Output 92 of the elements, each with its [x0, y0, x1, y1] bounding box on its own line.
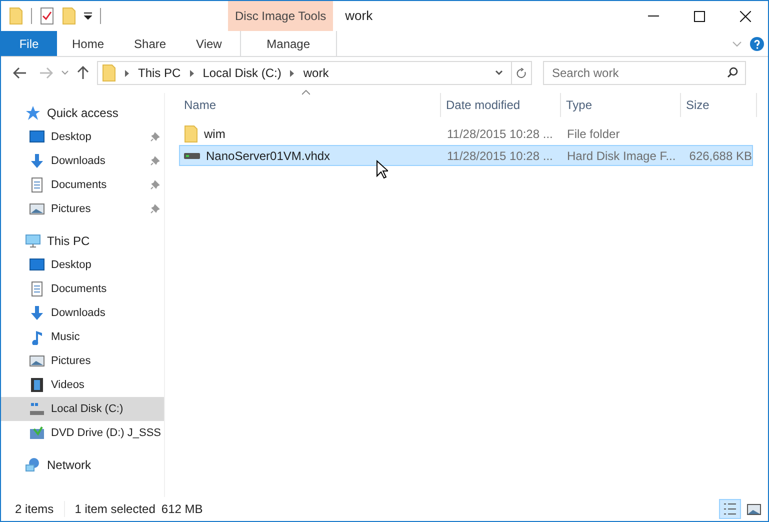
search-icon — [727, 67, 738, 78]
chevron-right-icon[interactable] — [125, 70, 129, 76]
network-icon — [25, 457, 41, 473]
date-cell-text: 11/28/2015 10:28 ... — [446, 126, 554, 142]
folder-icon — [9, 7, 23, 25]
help-icon[interactable] — [750, 36, 764, 50]
folder-icon — [184, 124, 198, 142]
size-cell-text: 626,688 KB — [688, 148, 752, 164]
breadcrumb[interactable]: This PC — [138, 64, 181, 82]
nav-label: Downloads — [51, 156, 106, 166]
nav-label: Music — [51, 332, 80, 342]
nav-item[interactable]: Desktop — [1, 253, 164, 277]
date-cell-text: 11/28/2015 10:28 ... — [446, 148, 554, 164]
column-header[interactable]: Size — [681, 93, 757, 117]
nav-label: Pictures — [51, 204, 91, 214]
nav-label: DVD Drive (D:) J_SSS — [51, 428, 162, 438]
new-folder-icon — [62, 7, 76, 25]
details-list-icon — [723, 503, 737, 515]
music-note-icon — [29, 329, 45, 345]
file-name: NanoServer01VM.vhdx — [206, 148, 330, 164]
monitor-icon — [29, 129, 45, 145]
context-tab-group: Disc Image Tools — [228, 1, 334, 31]
type-cell-text: File folder — [566, 126, 621, 142]
nav-item[interactable]: Documents — [1, 277, 164, 301]
down-arrow-icon — [29, 305, 45, 321]
nav-item[interactable]: Quick access — [1, 101, 164, 125]
window-title: work — [345, 7, 373, 26]
nav-item[interactable]: Music — [1, 325, 164, 349]
details-view-button[interactable] — [719, 499, 741, 519]
file-tab[interactable]: File — [1, 31, 57, 56]
nav-label: Local Disk (C:) — [51, 404, 124, 414]
address-bar[interactable]: This PC Local Disk (C:) work — [97, 61, 532, 85]
refresh-icon — [516, 68, 527, 78]
nav-label: Documents — [51, 284, 107, 294]
ribbon-tab[interactable]: Home — [57, 31, 120, 56]
nav-item[interactable]: This PC — [1, 229, 164, 253]
ribbon-tab[interactable]: Share — [119, 31, 182, 56]
nav-label: Documents — [51, 180, 107, 190]
selection-count: 1 item selected — [74, 501, 156, 518]
breadcrumb[interactable]: Local Disk (C:) — [202, 64, 282, 82]
nav-item[interactable]: Local Disk (C:) — [1, 397, 164, 421]
file-row[interactable]: wim 11/28/2015 10:28 ... File folder — [179, 123, 753, 144]
customize-arrow-icon[interactable] — [84, 12, 92, 20]
star-icon — [25, 105, 41, 121]
picture-icon — [29, 353, 45, 369]
computer-icon — [25, 233, 41, 249]
column-header[interactable]: Date modified — [441, 93, 561, 117]
film-icon — [29, 377, 45, 393]
search-field[interactable]: Search work — [543, 61, 746, 85]
nav-item[interactable]: Network — [1, 453, 164, 477]
selection-size: 612 MB — [161, 501, 203, 518]
document-icon — [29, 177, 45, 193]
disk-image-icon — [184, 152, 200, 160]
breadcrumb[interactable]: work — [303, 64, 329, 82]
mouse-pointer-icon — [376, 160, 388, 179]
nav-item[interactable]: Downloads — [1, 301, 164, 325]
chevron-right-icon[interactable] — [190, 70, 194, 76]
nav-item[interactable]: DVD Drive (D:) J_SSS — [1, 421, 164, 445]
dvd-drive-icon — [29, 425, 45, 441]
minimize-icon — [648, 15, 658, 17]
chevron-down-icon[interactable] — [495, 70, 503, 76]
item-count: 2 items — [15, 501, 54, 518]
type-cell-text: Hard Disk Image F... — [566, 148, 677, 164]
nav-item[interactable]: Documents — [1, 173, 164, 197]
nav-item[interactable]: Pictures — [1, 197, 164, 221]
back-arrow-icon[interactable] — [13, 67, 27, 79]
folder-icon — [102, 64, 116, 82]
column-header[interactable]: Name — [179, 93, 441, 117]
nav-item[interactable]: Videos — [1, 373, 164, 397]
down-arrow-icon — [29, 153, 45, 169]
nav-label: Downloads — [51, 308, 106, 318]
nav-label: Videos — [51, 380, 84, 390]
ribbon-tab[interactable]: View — [181, 31, 237, 56]
drive-icon — [29, 401, 45, 417]
monitor-icon — [29, 257, 45, 273]
checklist-icon[interactable] — [40, 7, 54, 25]
up-arrow-icon[interactable] — [77, 66, 89, 80]
nav-item[interactable]: Downloads — [1, 149, 164, 173]
file-row[interactable]: NanoServer01VM.vhdx 11/28/2015 10:28 ... Hard Disk Image F... 626,688 KB — [179, 145, 753, 166]
nav-label: Desktop — [51, 132, 92, 142]
column-header[interactable]: Type — [561, 93, 681, 117]
picture-icon — [747, 504, 761, 514]
close-icon — [740, 10, 750, 22]
file-name: wim — [204, 126, 226, 142]
picture-icon — [29, 201, 45, 217]
maximize-icon — [694, 10, 704, 22]
nav-item[interactable]: Desktop — [1, 125, 164, 149]
document-icon — [29, 281, 45, 297]
chevron-right-icon[interactable] — [290, 70, 294, 76]
nav-item[interactable]: Pictures — [1, 349, 164, 373]
nav-label: Pictures — [51, 356, 91, 366]
nav-label: Desktop — [51, 260, 92, 270]
